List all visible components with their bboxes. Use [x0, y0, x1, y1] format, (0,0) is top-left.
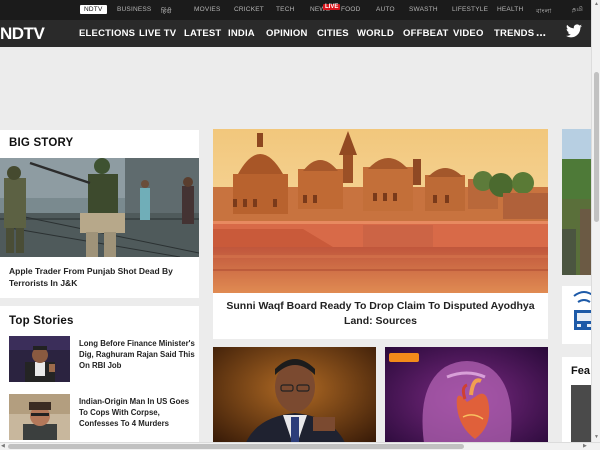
feature-section-title: Fea — [571, 365, 590, 377]
horizontal-scrollbar[interactable]: ◀ ▶ — [0, 442, 600, 450]
big-story-image[interactable] — [0, 158, 199, 257]
story-card-rajan[interactable] — [213, 347, 376, 450]
network-link-business[interactable]: BUSINESS — [117, 6, 151, 13]
nav-trends[interactable]: TRENDS — [494, 28, 534, 39]
main-story-card[interactable]: Sunni Waqf Board Ready To Drop Claim To … — [213, 129, 548, 339]
network-link-lifestyle[interactable]: LIFESTYLE — [452, 6, 488, 13]
story-headline[interactable]: Long Before Finance Minister's Dig, Ragh… — [79, 338, 197, 371]
ad-slot — [0, 47, 600, 122]
network-link-tamil[interactable]: தமி — [572, 6, 583, 14]
network-link-hindi[interactable]: हिंदी — [161, 6, 172, 15]
scroll-up-arrow-icon[interactable]: ▲ — [594, 1, 599, 7]
network-link-cricket[interactable]: CRICKET — [234, 6, 264, 13]
live-badge: LIVE — [323, 4, 341, 10]
scroll-down-arrow-icon[interactable]: ▼ — [594, 434, 599, 440]
main-story-image[interactable] — [213, 129, 548, 293]
story-thumbnail[interactable] — [9, 394, 70, 440]
network-link-bangla[interactable]: বাংলা — [536, 6, 551, 17]
nav-video[interactable]: VIDEO — [453, 28, 484, 39]
nav-world[interactable]: WORLD — [357, 28, 394, 39]
nav-elections[interactable]: ELECTIONS — [79, 28, 135, 39]
page: NDTV BUSINESS हिंदी MOVIES CRICKET TECH … — [0, 0, 600, 450]
nav-offbeat[interactable]: OFFBEAT — [403, 28, 449, 39]
scroll-left-arrow-icon[interactable]: ◀ — [1, 443, 5, 449]
scroll-right-arrow-icon[interactable]: ▶ — [583, 443, 587, 449]
network-link-ndtv[interactable]: NDTV — [80, 5, 107, 14]
story-image[interactable] — [213, 347, 376, 450]
vertical-scroll-thumb[interactable] — [594, 72, 599, 222]
nav-cities[interactable]: CITIES — [317, 28, 349, 39]
big-story-card[interactable]: BIG STORY Apple Trader From Punjab Shot … — [0, 130, 199, 298]
list-item[interactable]: Indian-Origin Man In US Goes To Cops Wit… — [9, 394, 194, 440]
network-link-movies[interactable]: MOVIES — [194, 6, 220, 13]
network-link-auto[interactable]: AUTO — [376, 6, 395, 13]
top-stories-card: Top Stories Long Before Finance Minister… — [0, 306, 199, 450]
horizontal-scroll-thumb[interactable] — [8, 444, 464, 449]
twitter-icon[interactable] — [566, 24, 582, 43]
big-story-headline[interactable]: Apple Trader From Punjab Shot Dead By Te… — [9, 265, 191, 289]
nav-india[interactable]: INDIA — [228, 28, 255, 39]
nav-latest[interactable]: LATEST — [184, 28, 221, 39]
more-menu-icon[interactable]: ... — [536, 25, 546, 39]
network-link-swasth[interactable]: SWASTH — [409, 6, 438, 13]
top-network-bar: NDTV BUSINESS हिंदी MOVIES CRICKET TECH … — [0, 0, 600, 20]
ndtv-logo[interactable]: NDTV — [0, 24, 45, 44]
top-stories-title: Top Stories — [9, 315, 74, 327]
vertical-scrollbar[interactable]: ▲ ▼ — [591, 0, 600, 442]
main-nav-bar: NDTV ELECTIONS LIVE TV LATEST INDIA OPIN… — [0, 20, 600, 47]
network-link-food[interactable]: FOOD — [341, 6, 361, 13]
list-item[interactable]: Long Before Finance Minister's Dig, Ragh… — [9, 336, 197, 382]
network-link-health[interactable]: HEALTH — [497, 6, 523, 13]
nav-opinion[interactable]: OPINION — [266, 28, 308, 39]
nav-live-tv[interactable]: LIVE TV — [139, 28, 176, 39]
big-story-title: BIG STORY — [9, 137, 74, 149]
story-image[interactable] — [385, 347, 548, 450]
network-link-tech[interactable]: TECH — [276, 6, 295, 13]
story-card-heart[interactable] — [385, 347, 548, 450]
story-thumbnail[interactable] — [9, 336, 70, 382]
story-headline[interactable]: Indian-Origin Man In US Goes To Cops Wit… — [79, 396, 197, 429]
main-story-headline[interactable]: Sunni Waqf Board Ready To Drop Claim To … — [213, 299, 548, 329]
category-badge — [389, 353, 419, 362]
